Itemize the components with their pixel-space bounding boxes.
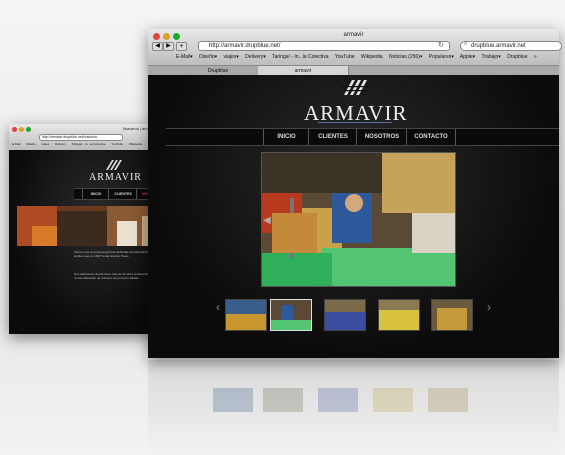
back-address-bar[interactable]: http://armavir.drupblue.net/nosotros — [39, 134, 123, 141]
bookmark[interactable]: Diseño▾ — [199, 54, 217, 60]
featured-factory-photo — [261, 152, 456, 287]
bookmark[interactable]: Trabajo▾ — [482, 54, 501, 60]
bookmark[interactable]: Drupblue — [507, 54, 527, 60]
forward-nav-button[interactable]: ▶ — [163, 42, 174, 51]
bookmark[interactable]: Apple▾ — [460, 54, 475, 60]
bookmark[interactable]: viajes▾ — [224, 54, 239, 60]
thumbnail[interactable] — [324, 299, 366, 331]
brand-underline — [318, 122, 392, 123]
add-bookmark-button[interactable]: + — [176, 42, 187, 51]
bookmark[interactable]: Wikipedia — [129, 142, 142, 146]
bookmark[interactable]: Populares▾ — [429, 54, 454, 60]
search-icon: ⌕ — [464, 41, 468, 47]
nav-clientes[interactable]: CLIENTES — [108, 189, 137, 199]
logo-icon — [106, 160, 122, 170]
bookmark[interactable]: Diseño — [26, 142, 35, 146]
bookmark[interactable]: YouTube — [335, 54, 355, 60]
thumbnail[interactable] — [431, 299, 473, 331]
bookmark[interactable]: viajes — [42, 142, 50, 146]
back-nav-button[interactable]: ◀ — [152, 42, 163, 51]
bookmark[interactable]: Wikipedia — [361, 54, 383, 60]
front-address-bar[interactable]: http://armavir.drupblue.net/ — [198, 41, 450, 51]
front-window-chrome: armavir ◀ ▶ + http://armavir.drupblue.ne… — [148, 29, 562, 66]
nav-contacto[interactable]: CONTACTO — [406, 129, 456, 145]
bookmark[interactable]: Taringa! - In...la Colectiva — [72, 142, 106, 146]
bookmark[interactable]: Noticias (256)▾ — [389, 54, 422, 60]
bookmark[interactable]: YouTube — [111, 142, 123, 146]
bookmark[interactable]: Taringa! - In...la Colectiva — [272, 54, 328, 60]
thumbs-next-icon[interactable]: › — [487, 300, 491, 314]
bookmark[interactable]: Delivery — [55, 142, 66, 146]
front-window-title: armavir — [343, 32, 364, 38]
front-main-nav: INICIO CLIENTES NOSOTROS CONTACTO — [166, 128, 559, 146]
front-browser-window: armavir ◀ ▶ + http://armavir.drupblue.ne… — [148, 29, 562, 358]
refresh-icon[interactable]: ↻ — [438, 41, 444, 49]
front-bookmarks-bar: E-Mail▾ Diseño▾ viajes▾ Delivery▾ Taring… — [176, 53, 559, 61]
thumbnail[interactable] — [270, 299, 312, 331]
thumbs-prev-icon[interactable]: ‹ — [216, 300, 220, 314]
front-search-field[interactable]: drupblue.armavir.net — [460, 41, 562, 51]
bookmark[interactable]: E-Mail — [12, 142, 21, 146]
bookmark[interactable]: Delivery▾ — [245, 54, 266, 60]
back-brand-name: ARMAVIR — [89, 172, 142, 183]
slider-prev-icon[interactable]: ◀ — [263, 215, 271, 226]
bookmark[interactable]: » — [534, 54, 537, 60]
nav-inicio[interactable]: INICIO — [82, 189, 109, 199]
reflection-thumbs — [213, 388, 468, 412]
window-reflection — [148, 360, 559, 455]
nav-clientes[interactable]: CLIENTES — [308, 129, 357, 145]
front-site-content: ARMAVIR INICIO CLIENTES NOSOTROS CONTACT… — [148, 75, 559, 358]
nav-nosotros[interactable]: NOSOTROS — [356, 129, 407, 145]
thumbnail[interactable] — [225, 299, 267, 331]
bookmark[interactable]: E-Mail▾ — [176, 54, 193, 60]
thumbnail[interactable] — [378, 299, 420, 331]
nav-inicio[interactable]: INICIO — [263, 129, 309, 145]
logo-icon — [341, 80, 369, 95]
